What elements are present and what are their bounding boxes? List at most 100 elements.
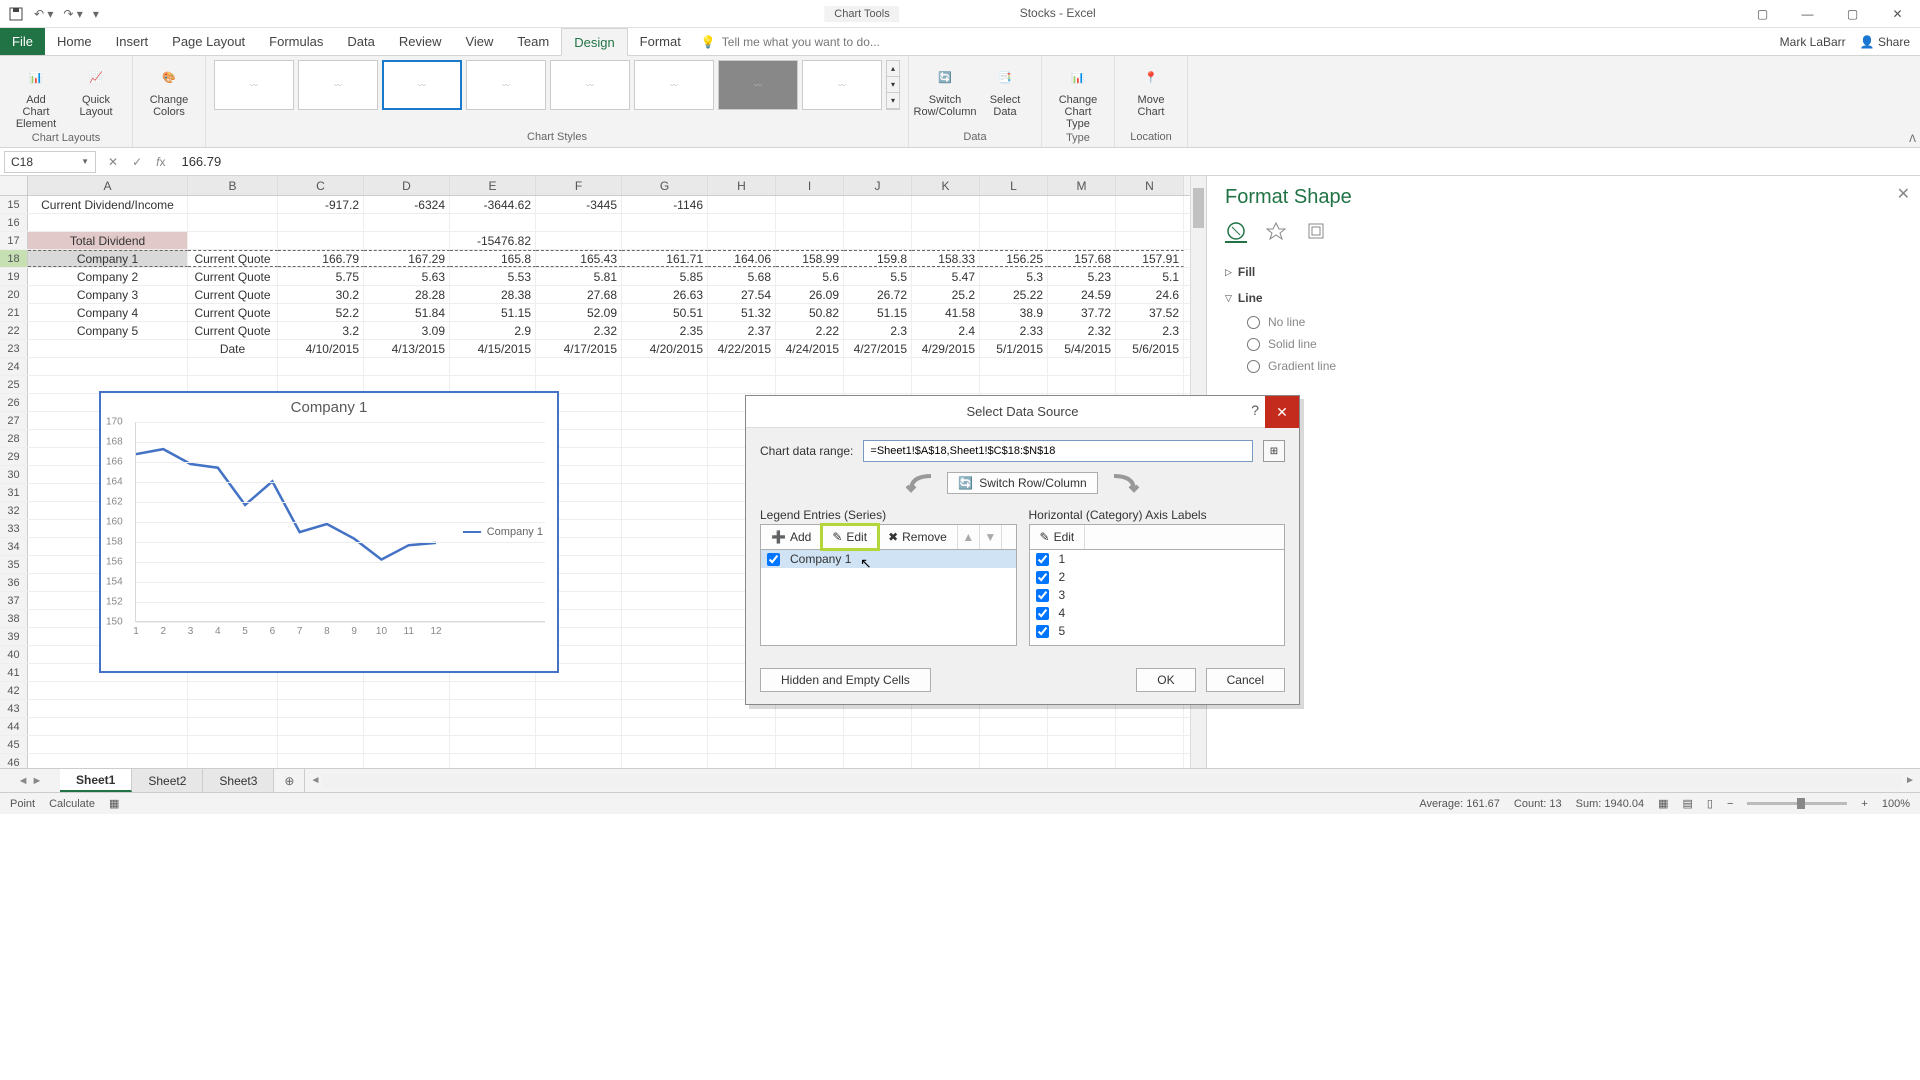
zoom-in-icon[interactable]: + — [1861, 798, 1867, 810]
maximize-button[interactable]: ▢ — [1830, 0, 1875, 28]
gallery-scroll[interactable]: ▴▾▾ — [886, 60, 900, 110]
chart-style-3[interactable]: 〰 — [382, 60, 462, 110]
cancel-button[interactable]: Cancel — [1206, 668, 1285, 692]
qat-more-icon[interactable]: ▾ — [93, 7, 99, 21]
tell-me-box[interactable]: 💡 Tell me what you want to do... — [701, 28, 880, 55]
range-picker-icon[interactable]: ⊞ — [1263, 440, 1285, 462]
chart-style-1[interactable]: 〰 — [214, 60, 294, 110]
cancel-formula-icon[interactable]: ✕ — [108, 155, 118, 169]
series-checkbox[interactable] — [767, 553, 780, 566]
chart-style-6[interactable]: 〰 — [634, 60, 714, 110]
effects-icon[interactable] — [1265, 221, 1287, 243]
grid-row[interactable]: 19Company 2Current Quote5.755.635.535.81… — [0, 268, 1190, 286]
account-name[interactable]: Mark LaBarr — [1780, 35, 1846, 49]
chart-style-2[interactable]: 〰 — [298, 60, 378, 110]
tab-insert[interactable]: Insert — [104, 28, 161, 55]
calculate-indicator[interactable]: Calculate — [49, 798, 95, 810]
category-checkbox[interactable] — [1036, 589, 1049, 602]
dialog-close-button[interactable]: ✕ — [1265, 396, 1299, 428]
fill-section[interactable]: ▷Fill — [1225, 259, 1902, 285]
add-series-button[interactable]: ➕ Add — [761, 525, 822, 549]
zoom-out-icon[interactable]: − — [1727, 798, 1733, 810]
fill-line-icon[interactable] — [1225, 221, 1247, 243]
new-sheet-button[interactable]: ⊕ — [274, 769, 304, 792]
tab-view[interactable]: View — [453, 28, 505, 55]
formula-input[interactable]: 166.79 — [173, 154, 1920, 169]
no-line-radio[interactable]: No line — [1225, 311, 1902, 333]
remove-series-button[interactable]: ✖ Remove — [878, 525, 958, 549]
chart-legend[interactable]: Company 1 — [463, 526, 543, 538]
embedded-chart[interactable]: Company 1 150152154156158160162164166168… — [100, 392, 558, 672]
switch-row-column-dialog-button[interactable]: 🔄 Switch Row/Column — [947, 472, 1097, 494]
line-section[interactable]: ▽Line — [1225, 285, 1902, 311]
grid-row[interactable]: 20Company 3Current Quote30.228.2828.3827… — [0, 286, 1190, 304]
sheet-nav-buttons[interactable]: ◄ ► — [0, 769, 60, 792]
tab-file[interactable]: File — [0, 28, 45, 55]
tab-home[interactable]: Home — [45, 28, 104, 55]
tab-format[interactable]: Format — [628, 28, 693, 55]
chart-plot-area[interactable]: 1501521541561581601621641661681701234567… — [135, 422, 545, 622]
view-normal-icon[interactable]: ▦ — [1658, 797, 1668, 810]
macro-record-icon[interactable]: ▦ — [109, 797, 119, 810]
pane-close-icon[interactable]: ✕ — [1897, 184, 1910, 204]
category-checkbox[interactable] — [1036, 553, 1049, 566]
move-up-icon[interactable]: ▲ — [958, 525, 980, 549]
ok-button[interactable]: OK — [1136, 668, 1195, 692]
grid-row[interactable]: 21Company 4Current Quote52.251.8451.1552… — [0, 304, 1190, 322]
quick-layout-button[interactable]: 📈Quick Layout — [68, 60, 124, 132]
category-item[interactable]: 1 — [1030, 550, 1285, 568]
save-icon[interactable] — [8, 6, 24, 22]
name-box[interactable]: C18▼ — [4, 151, 96, 173]
chart-style-5[interactable]: 〰 — [550, 60, 630, 110]
dialog-help-icon[interactable]: ? — [1251, 402, 1259, 418]
tab-design[interactable]: Design — [561, 28, 627, 56]
minimize-button[interactable]: — — [1785, 0, 1830, 28]
grid-row[interactable]: 17Total Dividend-15476.82 — [0, 232, 1190, 250]
share-button[interactable]: 👤 Share — [1860, 35, 1910, 49]
category-item[interactable]: 4 — [1030, 604, 1285, 622]
category-listbox[interactable]: 12345 — [1029, 550, 1286, 646]
chart-style-gallery[interactable]: 〰 〰 〰 〰 〰 〰 〰 〰 ▴▾▾ — [214, 60, 900, 110]
sheet-tab-3[interactable]: Sheet3 — [203, 769, 274, 792]
view-page-break-icon[interactable]: ▯ — [1707, 797, 1713, 810]
grid-row[interactable]: 45 — [0, 736, 1190, 754]
move-down-icon[interactable]: ▼ — [980, 525, 1002, 549]
add-chart-element-button[interactable]: 📊Add Chart Element — [8, 60, 64, 132]
change-chart-type-button[interactable]: 📊Change Chart Type — [1050, 60, 1106, 132]
chart-style-7[interactable]: 〰 — [718, 60, 798, 110]
select-data-button[interactable]: 📑Select Data — [977, 60, 1033, 120]
close-button[interactable]: ✕ — [1875, 0, 1920, 28]
grid-row[interactable]: 24 — [0, 358, 1190, 376]
category-item[interactable]: 3 — [1030, 586, 1285, 604]
dialog-title-bar[interactable]: Select Data Source ? ✕ — [746, 396, 1299, 428]
grid-row[interactable]: 15Current Dividend/Income-917.2-6324-364… — [0, 196, 1190, 214]
chart-title[interactable]: Company 1 — [101, 393, 557, 418]
grid-row[interactable]: 44 — [0, 718, 1190, 736]
zoom-level[interactable]: 100% — [1882, 798, 1910, 810]
chart-data-range-input[interactable] — [863, 440, 1253, 462]
collapse-ribbon-icon[interactable]: ᐱ — [1909, 134, 1916, 145]
change-colors-button[interactable]: 🎨Change Colors — [141, 60, 197, 120]
size-properties-icon[interactable] — [1305, 221, 1327, 243]
enter-formula-icon[interactable]: ✓ — [132, 155, 142, 169]
move-chart-button[interactable]: 📍Move Chart — [1123, 60, 1179, 120]
sheet-tab-2[interactable]: Sheet2 — [132, 769, 203, 792]
solid-line-radio[interactable]: Solid line — [1225, 333, 1902, 355]
category-checkbox[interactable] — [1036, 571, 1049, 584]
category-checkbox[interactable] — [1036, 607, 1049, 620]
tab-review[interactable]: Review — [387, 28, 454, 55]
redo-icon[interactable]: ↷ ▾ — [63, 7, 82, 21]
horizontal-scrollbar[interactable]: ◄► — [304, 769, 1920, 792]
chart-style-4[interactable]: 〰 — [466, 60, 546, 110]
grid-row[interactable]: 18Company 1Current Quote166.79167.29165.… — [0, 250, 1190, 268]
category-item[interactable]: 5 — [1030, 622, 1285, 640]
tab-formulas[interactable]: Formulas — [257, 28, 335, 55]
ribbon-options-icon[interactable]: ▢ — [1740, 0, 1785, 28]
series-listbox[interactable]: Company 1 — [760, 550, 1017, 646]
fx-icon[interactable]: fx — [156, 155, 165, 169]
undo-icon[interactable]: ↶ ▾ — [34, 7, 53, 21]
tab-team[interactable]: Team — [505, 28, 561, 55]
series-item[interactable]: Company 1 — [761, 550, 1016, 568]
category-checkbox[interactable] — [1036, 625, 1049, 638]
gradient-line-radio[interactable]: Gradient line — [1225, 355, 1902, 377]
